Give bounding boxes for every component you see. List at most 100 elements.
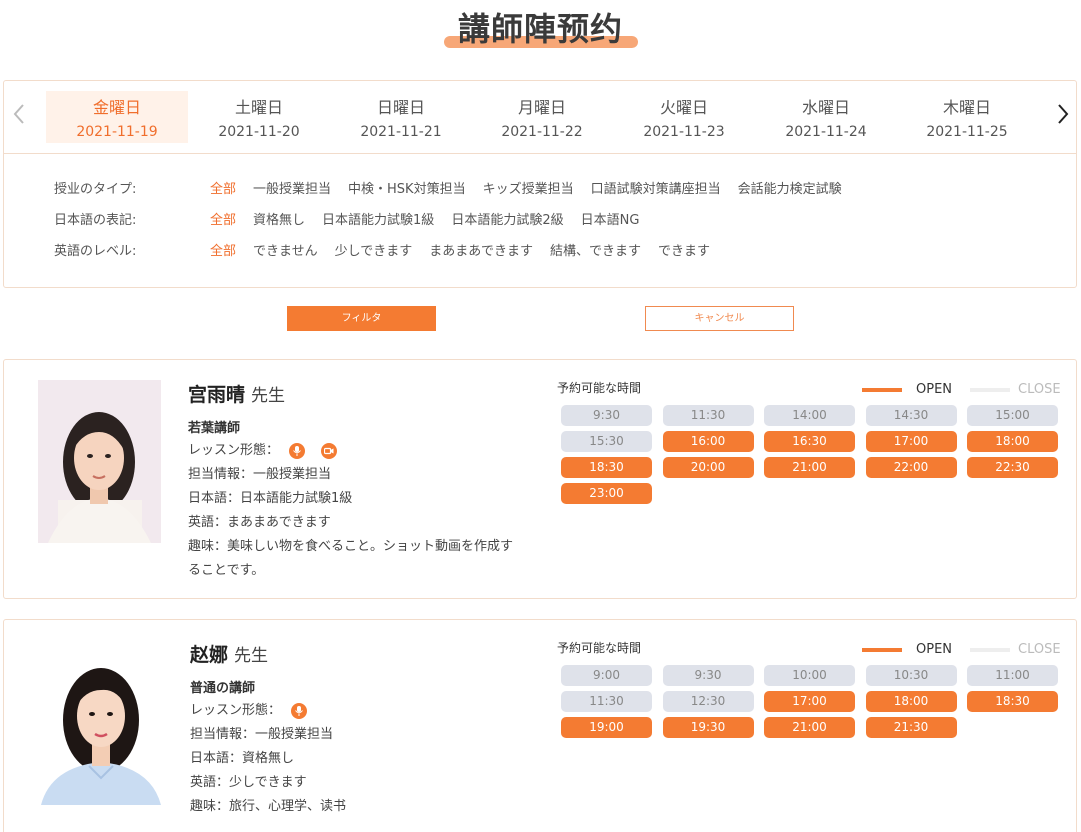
time-slot[interactable]: 17:00 [764, 691, 855, 712]
day-tab-name: 土曜日 [234, 98, 283, 117]
filter-panel: 金曜日 2021-11-19 土曜日 2021-11-20 日曜日 2021-11-21 月… [3, 80, 1077, 288]
filter-option[interactable]: 資格無し [253, 209, 305, 228]
day-tab-name: 月曜日 [517, 98, 566, 117]
teacher-japanese: 日本語：日本語能力試験1級 [188, 491, 353, 506]
filter-option[interactable]: 少しできます [335, 240, 413, 259]
time-slot: 11:30 [561, 691, 652, 712]
day-tab[interactable]: 土曜日 2021-11-20 [188, 91, 330, 143]
day-tab[interactable]: 金曜日 2021-11-19 [46, 91, 188, 143]
day-tab[interactable]: 木曜日 2021-11-25 [896, 91, 1038, 143]
teacher-rank: 若葉講師 [188, 421, 241, 436]
time-slot: 14:00 [764, 405, 855, 426]
filter-option[interactable]: 日本語NG [581, 209, 640, 228]
filter-option[interactable]: まあまあできます [429, 240, 533, 259]
filter-label: 英語のレベル: [54, 244, 137, 259]
teacher-card: 赵娜 先生 普通の講師 レッスン形態： 担当情報：一般授業担当 日本語：資格無し … [3, 619, 1077, 832]
time-slot[interactable]: 19:30 [662, 717, 754, 738]
time-slot: 15:30 [561, 431, 652, 452]
time-slot[interactable]: 19:00 [561, 717, 652, 738]
day-tab[interactable]: 日曜日 2021-11-21 [330, 91, 472, 143]
teacher-suffix: 先生 [251, 386, 286, 406]
filter-option[interactable]: 会話能力検定試験 [738, 178, 842, 197]
filter-option[interactable]: 全部 [210, 240, 236, 259]
time-slot: 15:00 [967, 405, 1058, 426]
teacher-name[interactable]: 宫雨晴 [188, 384, 245, 406]
day-tab-date: 2021-11-22 [501, 124, 583, 140]
filter-label: 日本語の表記: [54, 213, 137, 228]
filter-button[interactable]: フィルタ [287, 306, 436, 331]
teacher-info: 宫雨晴 先生 若葉講師 レッスン形態： 担当情報：一般授業担当 日本語：日本語能力… [188, 380, 518, 583]
day-tab-date: 2021-11-25 [926, 124, 1008, 140]
day-tab[interactable]: 水曜日 2021-11-24 [755, 91, 897, 143]
legend-open-label: OPEN [916, 642, 953, 657]
filter-option[interactable]: 一般授業担当 [253, 178, 331, 197]
time-slot: 11:00 [967, 665, 1058, 686]
video-camera-icon [321, 442, 338, 459]
teacher-photo [38, 380, 161, 543]
filter-option[interactable]: 結構、できます [550, 240, 641, 259]
day-tab-date: 2021-11-19 [76, 124, 158, 140]
slot-legend: OPEN CLOSE [862, 382, 1061, 397]
time-slot[interactable]: 23:00 [561, 483, 652, 504]
teacher-subject: 担当情報：一般授業担当 [188, 467, 332, 482]
chevron-left-icon[interactable] [12, 103, 26, 130]
time-slot[interactable]: 16:30 [764, 431, 855, 452]
day-tab-date: 2021-11-20 [218, 124, 300, 140]
teacher-hobby: 趣味：旅行、心理学、读书 [190, 799, 347, 814]
time-slot: 11:30 [662, 405, 754, 426]
filter-label: 授业のタイプ: [54, 182, 137, 197]
legend-open-swatch [862, 387, 902, 392]
teacher-info: 赵娜 先生 普通の講師 レッスン形態： 担当情報：一般授業担当 日本語：資格無し … [190, 640, 346, 816]
lesson-type-row: レッスン形態： [188, 442, 518, 460]
time-slot[interactable]: 20:00 [662, 457, 754, 478]
teacher-photo [41, 642, 164, 805]
time-slot[interactable]: 18:30 [561, 457, 652, 478]
lesson-type-label: レッスン形態： [188, 443, 280, 458]
legend-close-label: CLOSE [1018, 642, 1061, 657]
chevron-right-icon[interactable] [1056, 103, 1070, 130]
page-title: 講師陣预约 [457, 10, 623, 48]
filter-option[interactable]: できません [253, 240, 318, 259]
cancel-button[interactable]: キャンセル [645, 306, 794, 331]
microphone-icon [291, 702, 308, 719]
filter-option[interactable]: キッズ授業担当 [483, 178, 574, 197]
teacher-suffix: 先生 [234, 646, 269, 666]
day-tab[interactable]: 火曜日 2021-11-23 [613, 91, 755, 143]
time-slot[interactable]: 21:00 [764, 457, 855, 478]
time-slot: 9:00 [561, 665, 652, 686]
filter-option[interactable]: 日本語能力試験1級 [322, 209, 434, 228]
time-slot: 10:30 [865, 665, 957, 686]
teacher-name[interactable]: 赵娜 [190, 644, 228, 666]
day-tab-name: 金曜日 [92, 98, 141, 117]
time-slot[interactable]: 18:30 [967, 691, 1058, 712]
filter-option[interactable]: 口語試験対策講座担当 [591, 178, 721, 197]
day-tab-date: 2021-11-21 [360, 124, 442, 140]
filter-option[interactable]: できます [658, 240, 710, 259]
filter-option[interactable]: 中検・HSK対策担当 [348, 178, 466, 197]
teacher-card: 宫雨晴 先生 若葉講師 レッスン形態： 担当情報：一般授業担当 日本語：日本語能力… [3, 359, 1077, 599]
teacher-subject: 担当情報：一般授業担当 [190, 727, 334, 742]
time-slot[interactable]: 16:00 [662, 431, 754, 452]
time-slot[interactable]: 18:00 [865, 691, 957, 712]
day-tab-name: 火曜日 [659, 98, 708, 117]
schedule-title: 予約可能な時間 [557, 381, 642, 395]
time-slot: 9:30 [662, 665, 754, 686]
teacher-english: 英語：まあまあできます [188, 515, 331, 530]
time-slot[interactable]: 22:00 [865, 457, 957, 478]
day-tab-name: 水曜日 [801, 98, 850, 117]
legend-close-swatch [970, 647, 1011, 652]
filter-option[interactable]: 全部 [210, 209, 236, 228]
lesson-type-label: レッスン形態： [190, 703, 282, 718]
time-slot[interactable]: 21:00 [764, 717, 855, 738]
day-tab-name: 日曜日 [376, 98, 425, 117]
time-slot[interactable]: 21:30 [865, 717, 957, 738]
day-tab-name: 木曜日 [942, 98, 991, 117]
time-slot[interactable]: 18:00 [967, 431, 1058, 452]
day-tab[interactable]: 月曜日 2021-11-22 [471, 91, 613, 143]
time-slot[interactable]: 22:30 [967, 457, 1058, 478]
filter-option[interactable]: 全部 [210, 178, 236, 197]
filter-option[interactable]: 日本語能力試験2級 [451, 209, 563, 228]
time-slot[interactable]: 17:00 [865, 431, 957, 452]
teacher-rank: 普通の講師 [190, 681, 256, 696]
page-header: 講師陣预约 [0, 0, 1081, 52]
